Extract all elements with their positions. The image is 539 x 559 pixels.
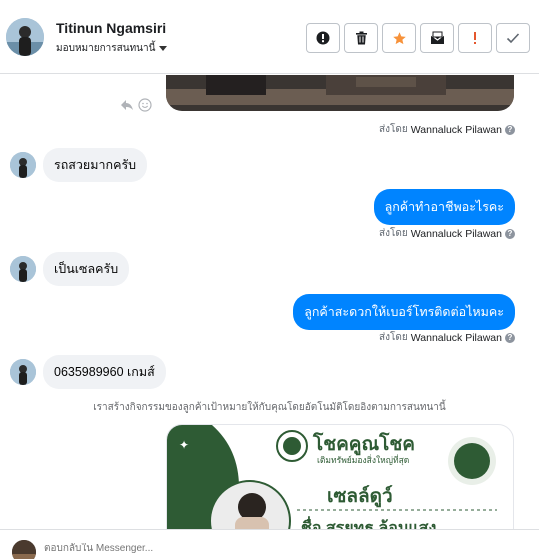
incoming-message: 0635989960 เกมส์ bbox=[10, 355, 166, 389]
reply-input[interactable] bbox=[44, 543, 344, 554]
caret-down-icon bbox=[159, 46, 168, 51]
envelope-icon bbox=[430, 31, 444, 44]
reply-composer bbox=[0, 529, 539, 559]
sent-by-label: ส่งโดย Wannaluck Pilawan ? bbox=[379, 226, 515, 241]
outgoing-message-bubble[interactable]: ลูกค้าสะดวกให้เบอร์โทรติดต่อไหมคะ bbox=[293, 294, 515, 330]
svg-text:✦: ✦ bbox=[179, 438, 189, 452]
incoming-message: เป็นเซลครับ bbox=[10, 252, 130, 286]
contact-avatar[interactable] bbox=[6, 18, 44, 56]
mark-unread-button[interactable] bbox=[420, 23, 454, 53]
contact-avatar-small bbox=[10, 152, 36, 178]
sent-by-prefix: ส่งโดย bbox=[379, 228, 408, 239]
exclamation-icon bbox=[474, 32, 476, 44]
block-icon bbox=[316, 31, 330, 45]
card-tagline: เติมทรัพย์มองสิ่งใหญ่ที่สุด bbox=[317, 455, 410, 465]
checkmark-icon bbox=[506, 33, 520, 44]
message-thread[interactable]: ส่งโดย Wannaluck Pilawan ? รถสวยมากครับ … bbox=[0, 75, 539, 529]
emoji-icon[interactable] bbox=[138, 98, 152, 112]
incoming-message: รถสวยมากครับ bbox=[10, 148, 148, 182]
sent-by-prefix: ส่งโดย bbox=[379, 332, 408, 343]
star-button[interactable] bbox=[382, 23, 416, 53]
card-headline: เซลล์ดูว์ bbox=[327, 486, 393, 507]
help-icon[interactable]: ? bbox=[505, 228, 515, 239]
conversation-header: Titinun Ngamsiri มอบหมายการสนทนานี้ bbox=[0, 0, 539, 74]
done-button[interactable] bbox=[496, 23, 530, 53]
spam-button[interactable] bbox=[458, 23, 492, 53]
star-icon bbox=[392, 31, 406, 44]
sender-name: Wannaluck Pilawan bbox=[410, 227, 502, 240]
assign-label: มอบหมายการสนทนานี้ bbox=[56, 43, 156, 54]
assign-conversation-dropdown[interactable]: มอบหมายการสนทนานี้ bbox=[56, 41, 168, 56]
message-bubble[interactable]: เป็นเซลครับ bbox=[43, 252, 130, 286]
sent-image-message[interactable] bbox=[166, 75, 514, 111]
delete-button[interactable] bbox=[344, 23, 378, 53]
card-name-line: ชื่อ สรยุทธ ล้อมแสง bbox=[301, 520, 437, 529]
contact-avatar-small bbox=[10, 359, 36, 385]
reply-icon[interactable] bbox=[120, 98, 134, 112]
block-button[interactable] bbox=[306, 23, 340, 53]
header-actions bbox=[306, 23, 530, 53]
contact-name[interactable]: Titinun Ngamsiri bbox=[56, 20, 166, 36]
contact-avatar-small bbox=[10, 256, 36, 282]
sender-name: Wannaluck Pilawan bbox=[410, 331, 502, 344]
message-hover-actions bbox=[120, 98, 152, 112]
sent-by-label: ส่งโดย Wannaluck Pilawan ? bbox=[379, 122, 515, 137]
automated-activity-notice: เราสร้างกิจกรรมของลูกค้าเป้าหมายให้กับคุ… bbox=[93, 402, 446, 413]
sent-by-label: ส่งโดย Wannaluck Pilawan ? bbox=[379, 330, 515, 345]
help-icon[interactable]: ? bbox=[505, 124, 515, 135]
message-bubble[interactable]: 0635989960 เกมส์ bbox=[43, 355, 166, 389]
sender-name: Wannaluck Pilawan bbox=[410, 123, 502, 136]
sent-by-prefix: ส่งโดย bbox=[379, 124, 408, 135]
help-icon[interactable]: ? bbox=[505, 332, 515, 343]
outgoing-message-bubble[interactable]: ลูกค้าทำอาชีพอะไรคะ bbox=[373, 189, 515, 225]
page-avatar bbox=[12, 540, 36, 559]
shared-image-card[interactable]: ✦ โชคคูณโชค เติมทรัพย์มองสิ่งใหญ่ที่สุด … bbox=[166, 424, 514, 529]
trash-icon bbox=[355, 31, 367, 45]
message-bubble[interactable]: รถสวยมากครับ bbox=[43, 148, 148, 182]
